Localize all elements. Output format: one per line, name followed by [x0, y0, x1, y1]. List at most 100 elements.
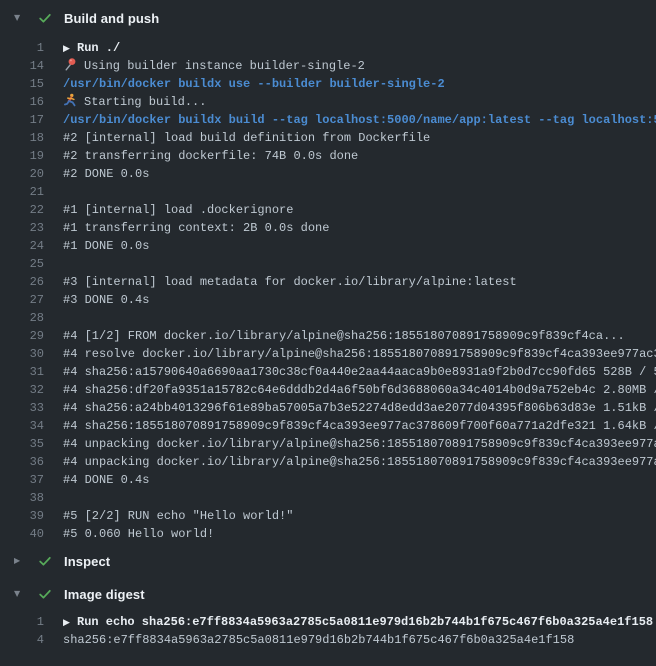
line-number[interactable]: 23: [0, 219, 44, 237]
line-number[interactable]: 20: [0, 165, 44, 183]
line-text: #5 0.060 Hello world!: [63, 527, 214, 541]
log-line: 23 #1 transferring context: 2B 0.0s done: [0, 219, 656, 237]
line-text: #4 sha256:a24bb4013296f61e89ba57005a7b3e…: [63, 401, 656, 415]
line-number[interactable]: 33: [0, 399, 44, 417]
line-content: #2 transferring dockerfile: 74B 0.0s don…: [63, 147, 656, 165]
line-number[interactable]: 18: [0, 129, 44, 147]
line-text: /usr/bin/docker buildx use --builder bui…: [63, 77, 445, 91]
line-number[interactable]: 40: [0, 525, 44, 543]
line-content: #4 sha256:df20fa9351a15782c64e6dddb2d4a6…: [63, 381, 656, 399]
log-line: 29 #4 [1/2] FROM docker.io/library/alpin…: [0, 327, 656, 345]
line-content: Starting build...: [63, 93, 656, 111]
line-text: Using builder instance builder-single-2: [84, 59, 365, 73]
line-number[interactable]: 4: [0, 631, 44, 649]
run-chevron-icon[interactable]: ▶: [63, 40, 77, 57]
line-text: #1 [internal] load .dockerignore: [63, 203, 293, 217]
line-content: #4 sha256:a24bb4013296f61e89ba57005a7b3e…: [63, 399, 656, 417]
log-line: 26 #3 [internal] load metadata for docke…: [0, 273, 656, 291]
line-content: #4 [1/2] FROM docker.io/library/alpine@s…: [63, 327, 656, 345]
line-content: [63, 255, 656, 273]
line-text: #4 resolve docker.io/library/alpine@sha2…: [63, 347, 656, 361]
line-content: ▶Run echo sha256:e7ff8834a5963a2785c5a08…: [63, 613, 656, 631]
log-section-build-and-push: ▼ Build and push 1 ▶Run ./ 14 Using buil…: [0, 8, 656, 543]
log-line: 40 #5 0.060 Hello world!: [0, 525, 656, 543]
line-text: #5 [2/2] RUN echo "Hello world!": [63, 509, 293, 523]
section-header-build-and-push[interactable]: ▼ Build and push: [0, 8, 656, 28]
line-number[interactable]: 14: [0, 57, 44, 75]
line-number[interactable]: 21: [0, 183, 44, 201]
log-line: 28: [0, 309, 656, 327]
line-number[interactable]: 31: [0, 363, 44, 381]
line-text: #4 sha256:df20fa9351a15782c64e6dddb2d4a6…: [63, 383, 656, 397]
line-number[interactable]: 15: [0, 75, 44, 93]
line-number[interactable]: 34: [0, 417, 44, 435]
line-number[interactable]: 17: [0, 111, 44, 129]
line-text: #3 [internal] load metadata for docker.i…: [63, 275, 517, 289]
line-text: Starting build...: [84, 95, 206, 109]
line-number[interactable]: 32: [0, 381, 44, 399]
section-title: Inspect: [64, 554, 110, 569]
log-line: 34 #4 sha256:185518070891758909c9f839cf4…: [0, 417, 656, 435]
section-lines: 1 ▶Run echo sha256:e7ff8834a5963a2785c5a…: [0, 613, 656, 649]
line-content: #1 DONE 0.0s: [63, 237, 656, 255]
line-number[interactable]: 29: [0, 327, 44, 345]
line-text: #1 transferring context: 2B 0.0s done: [63, 221, 329, 235]
log-line: 39 #5 [2/2] RUN echo "Hello world!": [0, 507, 656, 525]
line-number[interactable]: 22: [0, 201, 44, 219]
line-number[interactable]: 39: [0, 507, 44, 525]
log-line: 1 ▶Run echo sha256:e7ff8834a5963a2785c5a…: [0, 613, 656, 631]
line-content: #4 sha256:a15790640a6690aa1730c38cf0a440…: [63, 363, 656, 381]
line-number[interactable]: 19: [0, 147, 44, 165]
section-header-image-digest[interactable]: ▼ Image digest: [0, 584, 656, 604]
check-success-icon: [38, 587, 64, 601]
log-line: 4 sha256:e7ff8834a5963a2785c5a0811e979d1…: [0, 631, 656, 649]
check-success-icon: [38, 554, 64, 568]
line-number[interactable]: 25: [0, 255, 44, 273]
chevron-icon[interactable]: ▼: [14, 8, 38, 28]
line-content: #2 [internal] load build definition from…: [63, 129, 656, 147]
line-text: #4 [1/2] FROM docker.io/library/alpine@s…: [63, 329, 625, 343]
line-content: #3 [internal] load metadata for docker.i…: [63, 273, 656, 291]
line-number[interactable]: 30: [0, 345, 44, 363]
line-content: #4 sha256:185518070891758909c9f839cf4ca3…: [63, 417, 656, 435]
log-line: 19 #2 transferring dockerfile: 74B 0.0s …: [0, 147, 656, 165]
log-section-inspect: ▶ Inspect: [0, 551, 656, 571]
line-number[interactable]: 26: [0, 273, 44, 291]
line-number[interactable]: 1: [0, 39, 44, 57]
line-number[interactable]: 37: [0, 471, 44, 489]
check-success-icon: [38, 11, 64, 25]
line-number[interactable]: 35: [0, 435, 44, 453]
run-chevron-icon[interactable]: ▶: [63, 614, 77, 631]
line-content: /usr/bin/docker buildx build --tag local…: [63, 111, 656, 129]
log-line: 36 #4 unpacking docker.io/library/alpine…: [0, 453, 656, 471]
line-content: #4 DONE 0.4s: [63, 471, 656, 489]
line-content: #1 [internal] load .dockerignore: [63, 201, 656, 219]
log-line: 21: [0, 183, 656, 201]
log-line: 17 /usr/bin/docker buildx build --tag lo…: [0, 111, 656, 129]
line-text: #1 DONE 0.0s: [63, 239, 149, 253]
line-text: #4 unpacking docker.io/library/alpine@sh…: [63, 455, 656, 469]
section-header-inspect[interactable]: ▶ Inspect: [0, 551, 656, 571]
line-content: /usr/bin/docker buildx use --builder bui…: [63, 75, 656, 93]
log-line: 25: [0, 255, 656, 273]
pushpin-icon: [63, 57, 77, 75]
line-content: [63, 183, 656, 201]
line-number[interactable]: 16: [0, 93, 44, 111]
line-number[interactable]: 24: [0, 237, 44, 255]
line-content: #5 [2/2] RUN echo "Hello world!": [63, 507, 656, 525]
chevron-icon[interactable]: ▶: [14, 551, 38, 571]
line-number[interactable]: 27: [0, 291, 44, 309]
line-number[interactable]: 28: [0, 309, 44, 327]
line-text: #2 transferring dockerfile: 74B 0.0s don…: [63, 149, 358, 163]
line-number[interactable]: 36: [0, 453, 44, 471]
line-text: #2 DONE 0.0s: [63, 167, 149, 181]
actions-log-viewer: ▼ Build and push 1 ▶Run ./ 14 Using buil…: [0, 8, 656, 649]
log-line: 15 /usr/bin/docker buildx use --builder …: [0, 75, 656, 93]
log-line: 1 ▶Run ./: [0, 39, 656, 57]
line-content: #1 transferring context: 2B 0.0s done: [63, 219, 656, 237]
log-line: 22 #1 [internal] load .dockerignore: [0, 201, 656, 219]
line-number[interactable]: 38: [0, 489, 44, 507]
line-number[interactable]: 1: [0, 613, 44, 631]
chevron-icon[interactable]: ▼: [14, 584, 38, 604]
line-text: #4 DONE 0.4s: [63, 473, 149, 487]
